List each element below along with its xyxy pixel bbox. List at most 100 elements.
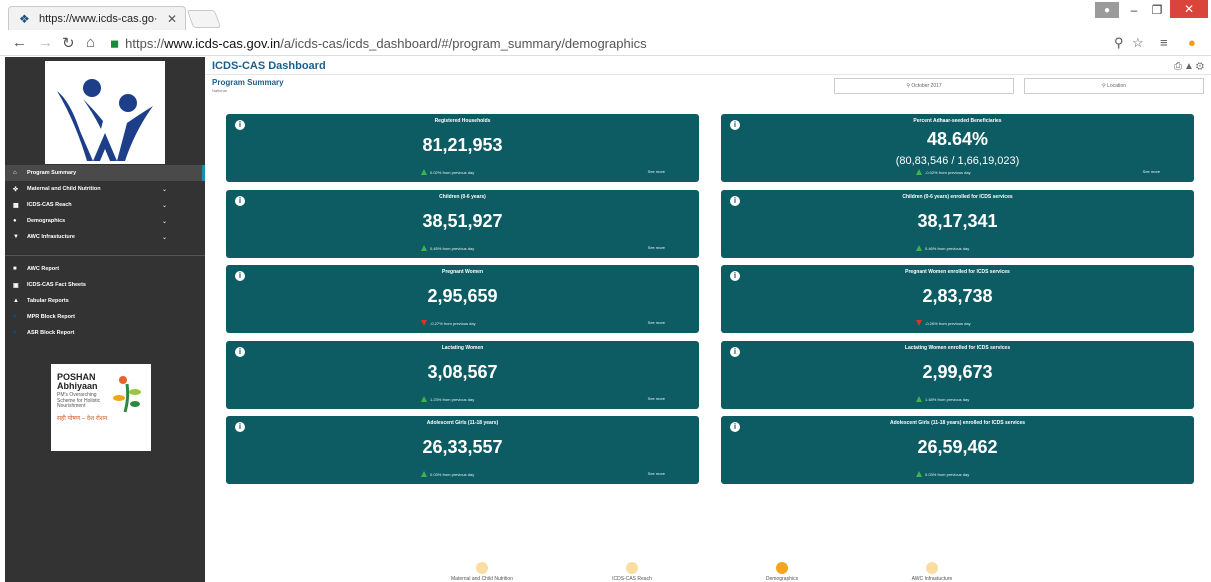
- tab-dot-awc-infrastructure[interactable]: [926, 562, 938, 574]
- back-icon[interactable]: ←: [12, 34, 27, 51]
- header-divider: [205, 74, 1211, 75]
- sidebar-item-label: Tabular Reports: [27, 298, 69, 304]
- tab-dot-icds-cas-reach[interactable]: [626, 562, 638, 574]
- card-title: Lactating Women enrolled for ICDS servic…: [904, 345, 1011, 351]
- warning-icon[interactable]: ▲: [1184, 61, 1196, 72]
- tab-maternal-child-nutrition[interactable]: Maternal and Child Nutrition: [422, 576, 542, 582]
- sidebar-item-label: MPR Block Report: [27, 314, 75, 320]
- gear-icon[interactable]: ⚙: [1196, 61, 1206, 72]
- sidebar-item-label: Demographics: [27, 218, 66, 224]
- sidebar-item-maternal-child-nutrition[interactable]: ✜ Maternal and Child Nutrition ⌄: [5, 181, 205, 197]
- see-more-link[interactable]: See more: [648, 245, 665, 250]
- minimize-icon[interactable]: –: [1124, 0, 1144, 20]
- address-bar[interactable]: ◼ https:// www.icds-cas.gov.in /a/icds-c…: [110, 33, 1160, 53]
- extension-icon[interactable]: ≡: [1160, 35, 1168, 50]
- change-text: 0.03% from previous day: [925, 471, 970, 477]
- sidebar-item-tabular-reports[interactable]: ▲ Tabular Reports: [5, 293, 205, 309]
- profile-icon[interactable]: ●: [1095, 2, 1119, 18]
- sidebar-item-label: Maternal and Child Nutrition: [27, 186, 101, 192]
- forward-icon[interactable]: →: [38, 34, 53, 51]
- change-text: 0.46% from previous day: [925, 245, 970, 251]
- see-more-link[interactable]: See more: [1143, 169, 1160, 174]
- card-change: 0.03% from previous day: [916, 471, 969, 477]
- card-value: 48.64%: [926, 129, 989, 149]
- arrow-up-icon: [421, 169, 427, 175]
- sidebar-item-demographics[interactable]: ● Demographics ⌄: [5, 213, 205, 229]
- tab-awc-infrastructure[interactable]: AWC Infrastucture: [872, 576, 992, 582]
- browser-tabbar: ❖ https://www.icds-cas.go· ✕ ● – ❐ ✕: [0, 0, 1211, 30]
- see-more-link[interactable]: See more: [648, 320, 665, 325]
- browser-tab[interactable]: ❖ https://www.icds-cas.go· ✕: [8, 6, 186, 30]
- card-value: 2,83,738: [922, 286, 993, 306]
- report-icon: ■: [13, 314, 17, 320]
- sidebar-item-fact-sheets[interactable]: ▣ ICDS-CAS Fact Sheets: [5, 277, 205, 293]
- change-text: -0.02% from previous day: [925, 169, 971, 175]
- zoom-icon[interactable]: ⚲: [1114, 35, 1124, 51]
- poshan-abhiyaan-logo: POSHAN Abhiyaan PM's Overarching Scheme …: [51, 364, 151, 451]
- card-title: Children (0-6 years): [439, 194, 486, 200]
- table-icon: ■: [13, 266, 17, 272]
- chevron-down-icon: ⌄: [162, 186, 168, 193]
- child-icon: ✜: [13, 186, 19, 193]
- date-filter[interactable]: ⚲ October 2017: [834, 78, 1014, 94]
- location-pin-icon: ▼: [13, 234, 19, 240]
- change-text: 0.03% from previous day: [430, 471, 475, 477]
- sidebar-item-icds-cas-reach[interactable]: ▦ ICDS-CAS Reach ⌄: [5, 197, 205, 213]
- url-host: www.icds-cas.gov.in: [164, 35, 281, 51]
- card-change: -0.02% from previous day: [916, 169, 971, 175]
- tab-icds-cas-reach[interactable]: ICDS-CAS Reach: [572, 576, 692, 582]
- card-title: Registered Households: [434, 118, 491, 124]
- reload-icon[interactable]: ↻: [62, 34, 75, 52]
- tab-dot-demographics[interactable]: [776, 562, 788, 574]
- arrow-up-icon: [916, 396, 922, 402]
- change-text: -0.27% from previous day: [430, 320, 476, 326]
- see-more-link[interactable]: See more: [648, 169, 665, 174]
- kpi-card: i Adolescent Girls (11-18 years) 26,33,557…: [226, 416, 699, 484]
- bookmark-star-icon[interactable]: ☆: [1132, 35, 1144, 51]
- sidebar-item-mpr-block-report[interactable]: ■ MPR Block Report: [5, 309, 205, 325]
- card-change: 0.45% from previous day: [421, 245, 474, 251]
- card-value: 2,95,659: [427, 286, 498, 306]
- print-icon[interactable]: ⎙: [1174, 61, 1184, 72]
- home-icon[interactable]: ⌂: [86, 34, 95, 51]
- tabular-icon: ▲: [13, 298, 19, 304]
- sidebar-item-label: ASR Block Report: [27, 330, 75, 336]
- card-value: 2,99,673: [922, 362, 993, 382]
- sidebar-item-asr-block-report[interactable]: ■ ASR Block Report: [5, 325, 205, 341]
- sidebar-item-program-summary[interactable]: ⌂ Program Summary: [5, 165, 205, 181]
- arrow-up-icon: [916, 471, 922, 477]
- sidebar-item-label: ICDS-CAS Fact Sheets: [27, 282, 86, 288]
- icds-logo: [45, 61, 165, 164]
- chevron-down-icon: ⌄: [162, 234, 168, 241]
- location-filter[interactable]: ⚲ Location: [1024, 78, 1204, 94]
- change-text: 1.23% from previous day: [430, 396, 475, 402]
- location-filter-label: Location: [1107, 83, 1126, 89]
- kpi-card: i Lactating Women enrolled for ICDS servi…: [721, 341, 1194, 409]
- chart-icon: ▦: [13, 202, 19, 209]
- date-filter-label: October 2017: [911, 83, 942, 89]
- main-nav: ⌂ Program Summary ✜ Maternal and Child N…: [5, 165, 205, 245]
- card-value: 26,59,462: [917, 437, 998, 457]
- tab-dot-maternal-child-nutrition[interactable]: [476, 562, 488, 574]
- close-tab-icon[interactable]: ✕: [167, 12, 177, 26]
- card-value: 38,51,927: [422, 211, 503, 231]
- alert-icon[interactable]: ●: [1188, 35, 1196, 50]
- sidebar-item-label: AWC Infrastucture: [27, 234, 75, 240]
- poshan-tagline: PM's Overarching Scheme for Holistic Nou…: [57, 392, 101, 409]
- card-subvalue: (80,83,546 / 1,66,19,023): [895, 155, 1020, 167]
- new-tab-button[interactable]: [186, 10, 222, 28]
- card-value: 26,33,557: [422, 437, 503, 457]
- card-title: Adolescent Girls (11-18 years): [426, 420, 499, 426]
- close-window-icon[interactable]: ✕: [1170, 0, 1208, 18]
- sidebar-item-awc-infrastructure[interactable]: ▼ AWC Infrastucture ⌄: [5, 229, 205, 245]
- tab-demographics[interactable]: Demographics: [722, 576, 842, 582]
- card-change: 1.23% from previous day: [421, 396, 474, 402]
- browser-toolbar: ← → ↻ ⌂ ◼ https:// www.icds-cas.gov.in /…: [0, 30, 1211, 56]
- see-more-link[interactable]: See more: [648, 396, 665, 401]
- sidebar-divider: [5, 255, 205, 256]
- change-text: -0.26% from previous day: [925, 320, 971, 326]
- maximize-icon[interactable]: ❐: [1147, 0, 1167, 20]
- card-title: Pregnant Women enrolled for ICDS service…: [905, 269, 1010, 275]
- sidebar-item-awc-report[interactable]: ■ AWC Report: [5, 261, 205, 277]
- see-more-link[interactable]: See more: [648, 471, 665, 476]
